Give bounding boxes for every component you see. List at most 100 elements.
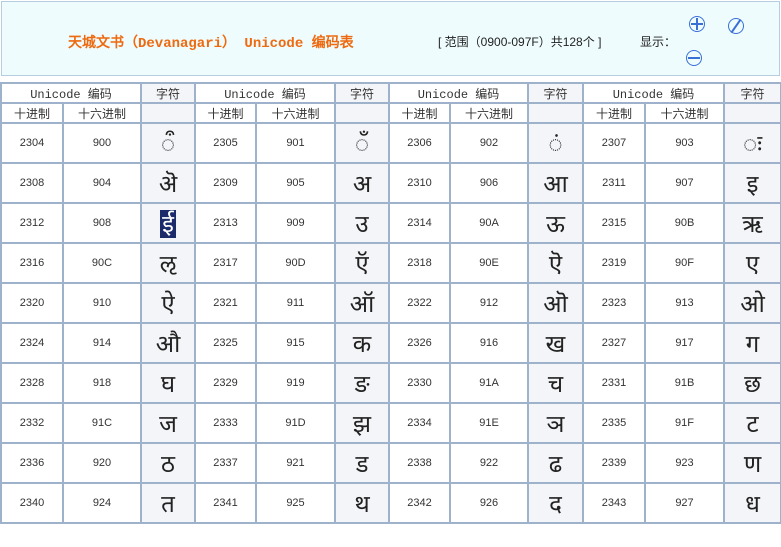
char-header-blank (334, 102, 390, 124)
hex-cell: 90D (255, 242, 336, 284)
char-glyph: ट (746, 409, 759, 438)
hex-cell: 914 (62, 322, 142, 364)
char-glyph: ग (745, 329, 760, 358)
decimal-cell: 2311 (582, 162, 646, 204)
char-cell[interactable]: आ (527, 162, 584, 204)
char-cell[interactable]: थ (334, 482, 390, 524)
char-cell[interactable]: ज (140, 402, 196, 444)
char-glyph: इ (746, 169, 759, 198)
unicode-group-header: Unicode 编码 (194, 82, 336, 104)
char-cell[interactable]: ऎ (527, 242, 584, 284)
char-cell[interactable]: औ (140, 322, 196, 364)
hex-cell: 91C (62, 402, 142, 444)
hex-cell: 91F (644, 402, 725, 444)
char-header-blank (527, 102, 584, 124)
decimal-cell: 2310 (388, 162, 451, 204)
decimal-cell: 2338 (388, 442, 451, 484)
unicode-group-header: Unicode 编码 (582, 82, 725, 104)
char-cell[interactable]: ण (723, 442, 781, 484)
char-cell[interactable]: उ (334, 202, 390, 244)
char-cell[interactable]: ऄ (140, 162, 196, 204)
char-glyph: ऄ (158, 169, 178, 198)
hex-cell: 917 (644, 322, 725, 364)
char-cell[interactable]: ऀ (140, 122, 196, 164)
char-cell[interactable]: ऑ (334, 282, 390, 324)
char-glyph: त (161, 489, 175, 518)
char-cell[interactable]: झ (334, 402, 390, 444)
hex-cell: 901 (255, 122, 336, 164)
hex-cell: 909 (255, 202, 336, 244)
char-cell[interactable]: ऍ (334, 242, 390, 284)
decimal-header: 十进制 (388, 102, 451, 124)
decimal-cell: 2341 (194, 482, 257, 524)
char-cell[interactable]: ◌ँ (334, 122, 390, 164)
char-cell[interactable]: च (527, 362, 584, 404)
reset-icon[interactable] (728, 18, 744, 34)
zoom-out-icon[interactable] (686, 50, 702, 66)
char-cell[interactable]: क (334, 322, 390, 364)
char-cell[interactable]: ◌ं (527, 122, 584, 164)
char-cell[interactable]: ग (723, 322, 781, 364)
char-cell[interactable]: ओ (723, 282, 781, 324)
char-glyph: घ (160, 369, 176, 398)
char-cell[interactable]: घ (140, 362, 196, 404)
decimal-cell: 2318 (388, 242, 451, 284)
char-cell[interactable]: ◌ः (723, 122, 781, 164)
char-header: 字符 (527, 82, 584, 104)
hex-header: 十六进制 (255, 102, 336, 124)
decimal-cell: 2327 (582, 322, 646, 364)
char-cell[interactable]: इ (723, 162, 781, 204)
decimal-cell: 2320 (0, 282, 64, 324)
char-cell[interactable]: ऐ (140, 282, 196, 324)
char-cell[interactable]: ऊ (527, 202, 584, 244)
char-cell[interactable]: छ (723, 362, 781, 404)
char-cell[interactable]: ऒ (527, 282, 584, 324)
char-cell[interactable]: ऋ (723, 202, 781, 244)
page-header: 天城文书（Devanagari） Unicode 编码表 [ 范围（0900-0… (1, 1, 780, 76)
char-glyph: उ (355, 209, 369, 238)
char-cell[interactable]: त (140, 482, 196, 524)
unicode-group-header: Unicode 编码 (388, 82, 529, 104)
char-cell[interactable]: ख (527, 322, 584, 364)
decimal-cell: 2316 (0, 242, 64, 284)
char-cell[interactable]: ड (334, 442, 390, 484)
char-cell[interactable]: द (527, 482, 584, 524)
char-cell[interactable]: ङ (334, 362, 390, 404)
char-glyph: ड (355, 449, 369, 478)
char-glyph: ख (545, 329, 566, 358)
hex-cell: 916 (449, 322, 529, 364)
char-glyph: ◌ँ (354, 129, 370, 158)
decimal-cell: 2329 (194, 362, 257, 404)
char-cell[interactable]: ट (723, 402, 781, 444)
char-glyph: ण (743, 449, 762, 478)
decimal-cell: 2319 (582, 242, 646, 284)
char-cell[interactable]: ढ (527, 442, 584, 484)
char-glyph: च (547, 369, 564, 398)
char-glyph: ङ (354, 369, 370, 398)
char-glyph: ढ (548, 449, 563, 478)
hex-cell: 90A (449, 202, 529, 244)
decimal-header: 十进制 (194, 102, 257, 124)
header-row: Unicode 编码 字符 Unicode 编码 字符 Unicode 编码 字符 Unic… (0, 82, 781, 104)
char-glyph: ऒ (543, 289, 568, 318)
zoom-in-icon[interactable] (689, 16, 705, 32)
char-cell[interactable]: ध (723, 482, 781, 524)
decimal-cell: 2322 (388, 282, 451, 324)
char-header-blank (723, 102, 781, 124)
unicode-group-header: Unicode 编码 (0, 82, 142, 104)
hex-cell: 91D (255, 402, 336, 444)
char-cell[interactable]: ऌ (140, 242, 196, 284)
hex-cell: 902 (449, 122, 529, 164)
char-cell[interactable]: ठ (140, 442, 196, 484)
hex-cell: 90E (449, 242, 529, 284)
char-glyph: ऍ (355, 249, 369, 278)
table-row: 2312 908 ई 2313 909 उ 2314 90A ऊ 2315 90B ऋ (0, 202, 781, 244)
char-cell[interactable]: ए (723, 242, 781, 284)
char-cell[interactable]: अ (334, 162, 390, 204)
hex-cell: 921 (255, 442, 336, 484)
char-cell[interactable]: ई (140, 202, 196, 244)
char-cell[interactable]: ञ (527, 402, 584, 444)
decimal-cell: 2343 (582, 482, 646, 524)
hex-cell: 906 (449, 162, 529, 204)
char-glyph: ऊ (546, 209, 565, 238)
